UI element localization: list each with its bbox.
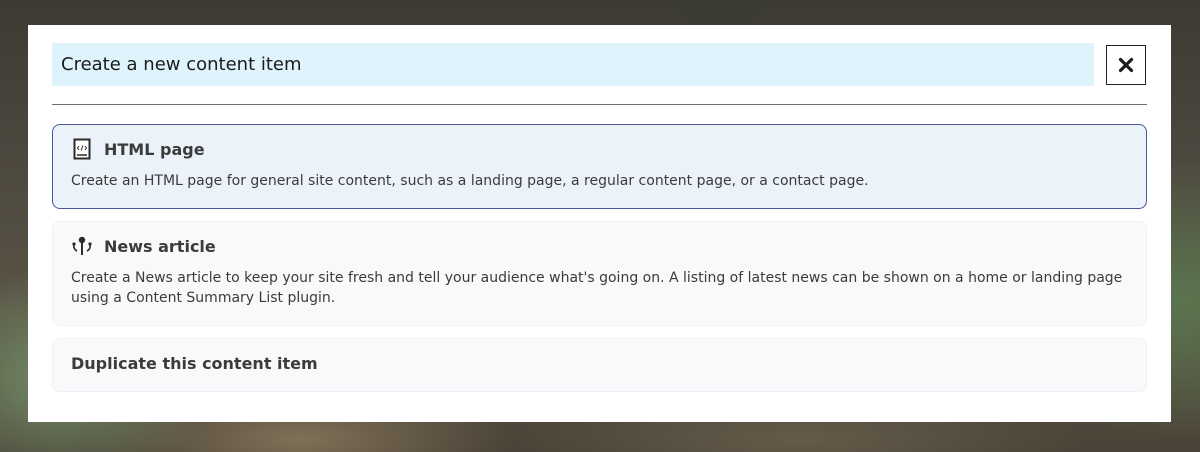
option-duplicate-content[interactable]: Duplicate this content item [52, 338, 1147, 392]
option-title-row: Duplicate this content item [71, 354, 318, 373]
create-content-dialog: Create a new content item HTML page Crea… [28, 25, 1171, 422]
news-article-icon [71, 235, 93, 257]
close-button[interactable] [1106, 45, 1146, 85]
html-file-icon [71, 138, 93, 160]
option-news-article[interactable]: News article Create a News article to ke… [52, 221, 1147, 326]
dialog-header: Create a new content item [52, 43, 1094, 86]
header-divider [52, 104, 1147, 105]
option-title: Duplicate this content item [71, 354, 318, 373]
dialog-title: Create a new content item [61, 54, 302, 75]
option-title: HTML page [104, 139, 205, 159]
option-description: Create an HTML page for general site con… [71, 173, 869, 189]
close-icon [1118, 57, 1134, 73]
option-title-row: HTML page [71, 138, 205, 160]
option-title: News article [104, 236, 216, 256]
option-html-page[interactable]: HTML page Create an HTML page for genera… [52, 124, 1147, 209]
option-description: Create a News article to keep your site … [71, 270, 1123, 306]
option-title-row: News article [71, 235, 216, 257]
